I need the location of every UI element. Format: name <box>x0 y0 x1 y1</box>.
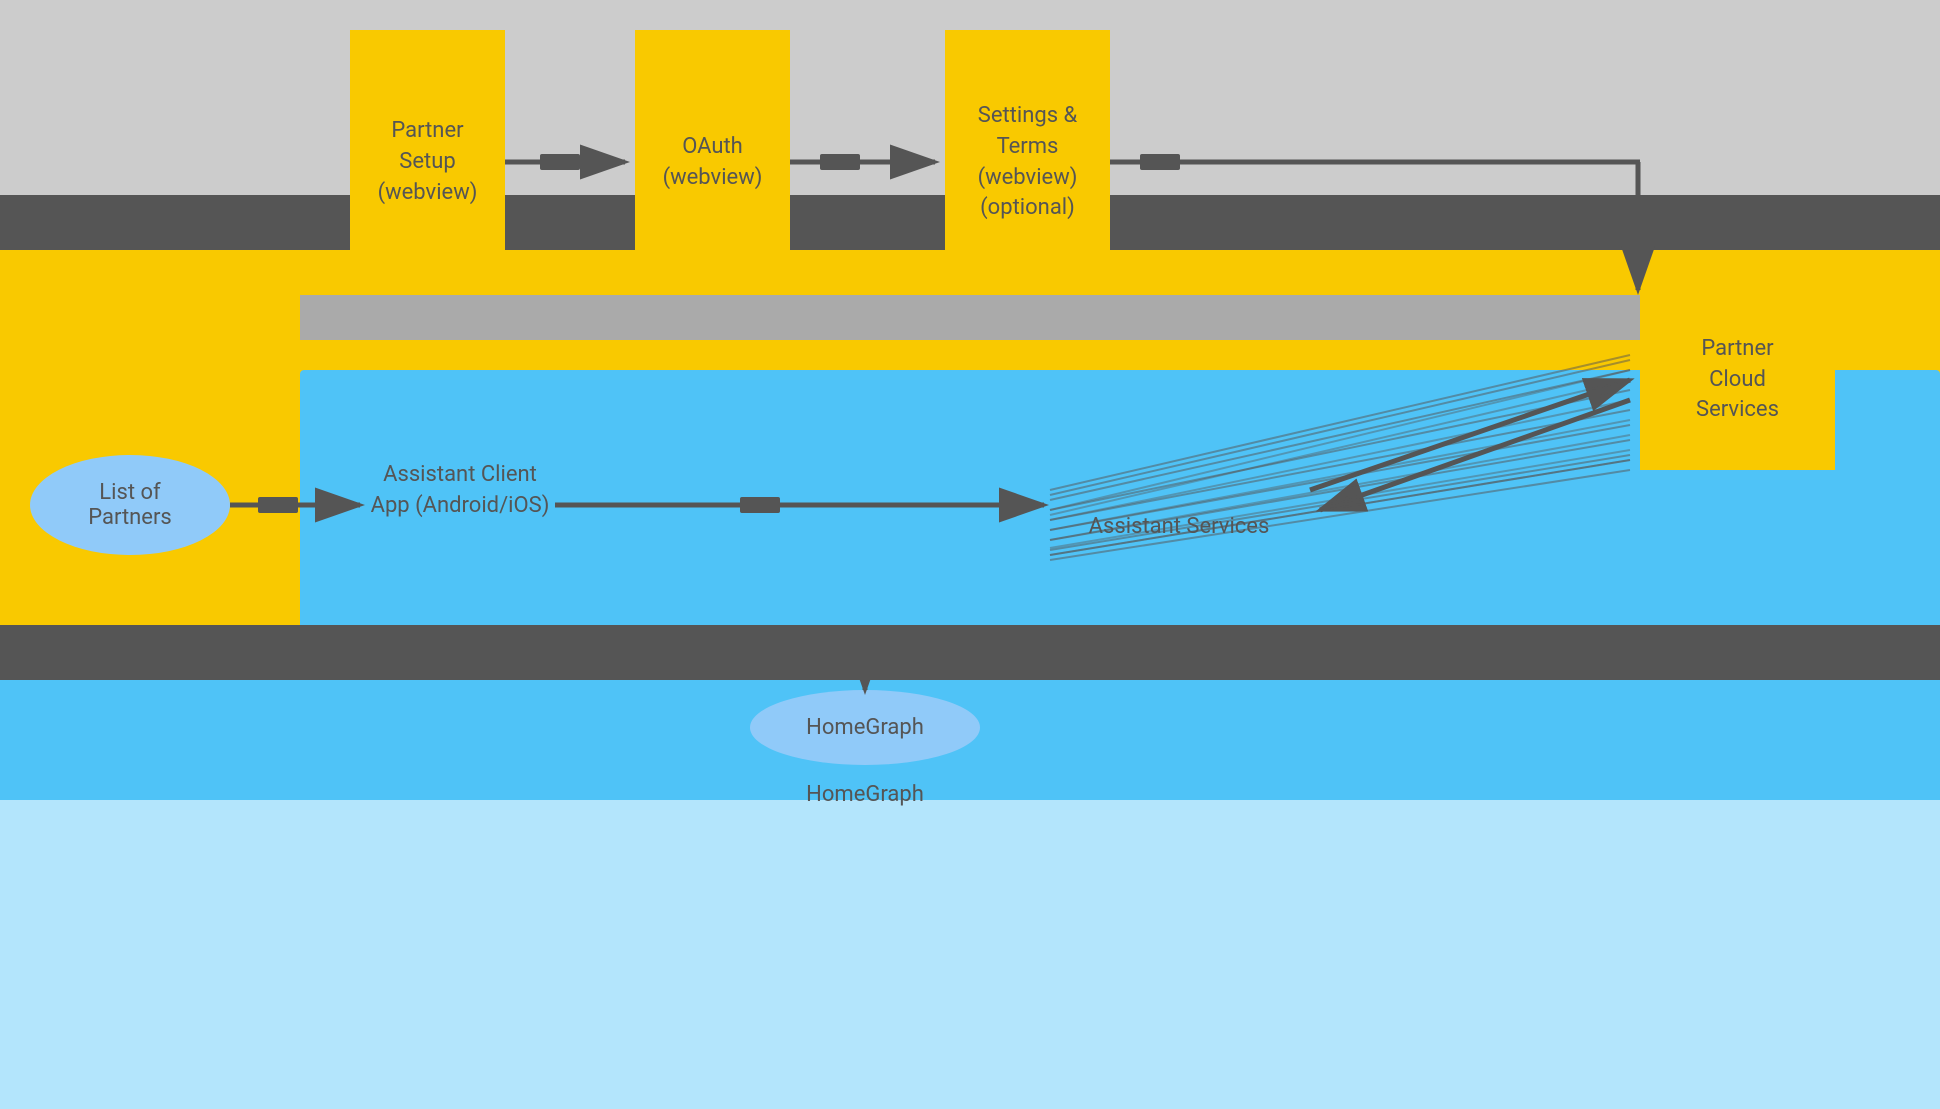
list-of-partners-node: List of Partners <box>30 455 230 555</box>
homegraph-node: HomeGraph <box>750 690 980 765</box>
homegraph-label: HomeGraph <box>806 715 924 740</box>
partner-setup-box: Partner Setup (webview) <box>350 30 505 295</box>
settings-box: Settings & Terms (webview) (optional) <box>945 30 1110 295</box>
oauth-box: OAuth (webview) <box>635 30 790 295</box>
assistant-client-app-label: Assistant Client App (Android/iOS) <box>370 460 550 522</box>
app-section-bar <box>300 295 1640 340</box>
partner-cloud-label: Partner Cloud Services <box>1696 334 1779 426</box>
bg-dark-bar-bottom <box>0 625 1940 680</box>
list-of-partners-label: List of Partners <box>88 480 172 530</box>
assistant-services-label: Assistant Services <box>1054 512 1304 543</box>
partner-setup-label: Partner Setup (webview) <box>378 116 478 208</box>
settings-label: Settings & Terms (webview) (optional) <box>978 101 1078 224</box>
oauth-label: OAuth (webview) <box>663 132 763 194</box>
homegraph-text-label: HomeGraph <box>750 780 980 811</box>
partner-cloud-box: Partner Cloud Services <box>1640 290 1835 470</box>
diagram-container: Partner Setup (webview) OAuth (webview) … <box>0 0 1940 1109</box>
